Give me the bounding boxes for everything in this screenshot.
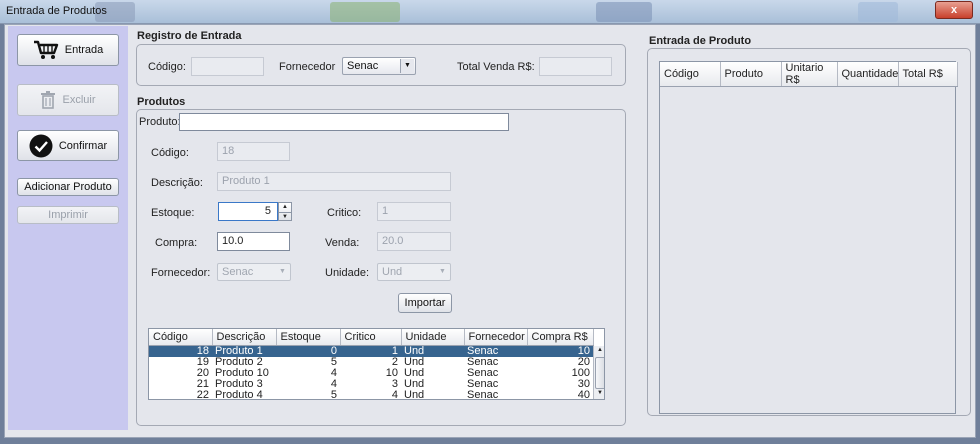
spinner-down-icon[interactable]: ▼: [279, 213, 291, 221]
registro-section-title: Registro de Entrada: [137, 30, 242, 42]
table-cell: 22: [196, 389, 209, 400]
entrada-column-header[interactable]: Produto: [720, 62, 782, 87]
scrollbar-thumb[interactable]: [595, 357, 604, 389]
venda-label: Venda:: [325, 237, 360, 249]
entrada-button[interactable]: Entrada: [17, 34, 119, 66]
unidade-label: Unidade:: [325, 267, 370, 279]
table-cell: Und: [404, 389, 425, 400]
spinner-up-icon[interactable]: ▲: [279, 203, 291, 213]
unidade-select[interactable]: Und ▼: [377, 263, 451, 281]
excluir-button-label: Excluir: [62, 94, 96, 106]
compra-label: Compra:: [155, 237, 198, 249]
titlebar-decoration: [596, 2, 652, 22]
importar-button[interactable]: Importar: [398, 293, 452, 313]
codigo-field[interactable]: 18: [217, 142, 290, 161]
excluir-button[interactable]: Excluir: [17, 84, 119, 116]
fornecedor-select[interactable]: Senac ▼: [217, 263, 291, 281]
produtos-column-header[interactable]: Unidade: [401, 329, 465, 346]
registro-fornecedor-value: Senac: [347, 60, 379, 72]
unidade-value: Und: [382, 266, 403, 278]
entrada-table-area[interactable]: Código Produto Unitario R$ Quantidade Total …: [659, 61, 958, 414]
check-circle-icon: [29, 134, 53, 157]
window-title: Entrada de Produtos: [6, 5, 107, 17]
produtos-column-header[interactable]: Fornecedor: [464, 329, 528, 346]
registro-codigo-field[interactable]: [191, 57, 264, 76]
produtos-table-scrollbar[interactable]: ▲ ▼: [593, 346, 604, 399]
produtos-column-header[interactable]: Descrição: [212, 329, 277, 346]
chevron-down-icon: ▼: [439, 268, 446, 275]
registro-fornecedor-select[interactable]: Senac ▼: [342, 57, 416, 75]
entrada-column-header[interactable]: Quantidade: [837, 62, 899, 87]
produtos-column-header[interactable]: Critico: [340, 329, 402, 346]
cart-icon: [33, 40, 58, 59]
compra-field[interactable]: 10.0: [217, 232, 290, 251]
adicionar-produto-button[interactable]: Adicionar Produto: [17, 178, 119, 196]
produtos-table-scroll[interactable]: Código Descrição Estoque Critico Unidade Forn…: [148, 328, 605, 400]
table-cell: 4: [391, 389, 398, 400]
confirmar-button[interactable]: Confirmar: [17, 130, 119, 161]
total-venda-label: Total Venda R$:: [457, 61, 535, 73]
entrada-column-header[interactable]: Total R$: [898, 62, 958, 87]
table-cell: Senac: [467, 389, 499, 400]
produtos-table: Código Descrição Estoque Critico Unidade Forn…: [149, 329, 594, 400]
entrada-button-label: Entrada: [64, 44, 104, 56]
close-button[interactable]: x: [935, 1, 973, 19]
entrada-column-header[interactable]: Código: [660, 62, 721, 87]
entrada-column-header[interactable]: Unitario R$: [781, 62, 838, 87]
fornecedor-label: Fornecedor:: [151, 267, 211, 279]
produtos-column-header[interactable]: Estoque: [276, 329, 341, 346]
produtos-column-header[interactable]: Código: [149, 329, 213, 346]
trash-icon: [41, 91, 56, 109]
estoque-spinner-input[interactable]: 5: [218, 202, 278, 221]
scroll-up-icon[interactable]: ▲: [594, 346, 604, 355]
produtos-column-header[interactable]: Compra R$: [527, 329, 594, 346]
titlebar-decoration: [858, 2, 898, 22]
venda-field[interactable]: 20.0: [377, 232, 451, 251]
produtos-section-title: Produtos: [137, 96, 186, 108]
table-cell: 40: [577, 389, 590, 400]
registro-fornecedor-label: Fornecedor: [279, 61, 336, 73]
chevron-down-icon: ▼: [400, 59, 414, 73]
estoque-spinner-buttons[interactable]: ▲ ▼: [278, 202, 292, 221]
produto-label: Produto:: [139, 116, 181, 128]
entrada-section-title: Entrada de Produto: [649, 35, 752, 47]
table-cell: Produto 4: [215, 389, 263, 400]
codigo-label: Código:: [151, 147, 189, 159]
title-bar: [0, 0, 980, 24]
total-venda-field[interactable]: [539, 57, 612, 76]
descricao-label: Descrição:: [151, 177, 203, 189]
critico-label: Critico:: [327, 207, 362, 219]
confirmar-button-label: Confirmar: [58, 139, 108, 152]
entrada-table: Código Produto Unitario R$ Quantidade Total …: [660, 62, 958, 87]
titlebar-decoration: [330, 2, 400, 22]
critico-field[interactable]: 1: [377, 202, 451, 221]
estoque-label: Estoque:: [151, 207, 195, 219]
registro-codigo-label: Código:: [148, 61, 186, 73]
fornecedor-value: Senac: [222, 266, 254, 278]
produto-search-input[interactable]: [179, 113, 509, 131]
chevron-down-icon: ▼: [279, 268, 286, 275]
imprimir-button[interactable]: Imprimir: [17, 206, 119, 224]
table-cell: 5: [330, 389, 337, 400]
descricao-field[interactable]: Produto 1: [217, 172, 451, 191]
table-row[interactable]: 22 Produto 4 5 4 Und Senac 40: [149, 390, 593, 400]
scroll-down-icon[interactable]: ▼: [594, 389, 604, 398]
